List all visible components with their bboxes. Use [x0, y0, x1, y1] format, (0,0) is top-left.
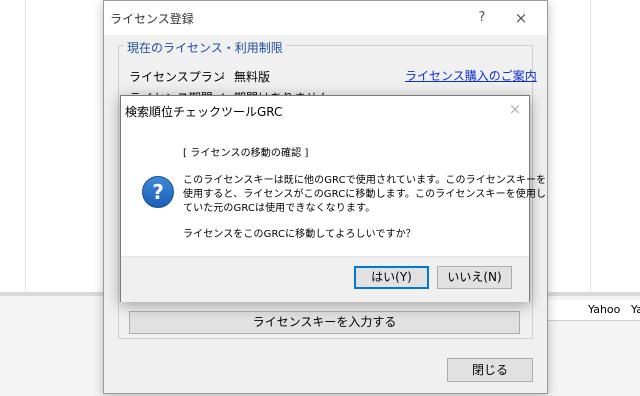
license-titlebar: ライセンス登録 ? × — [104, 1, 547, 35]
plan-label: ライセンスプラン — [129, 70, 225, 84]
enter-license-key-button[interactable]: ライセンスキーを入力する — [129, 311, 520, 334]
license-status-group-title: 現在のライセンス・利用制限 — [124, 39, 286, 56]
message-line: 使用すると、ライセンスがこのGRCに移動します。このライセンスキーを使用し — [183, 189, 547, 200]
confirm-question: ライセンスをこのGRCに移動してよろしいですか？ — [183, 229, 416, 240]
close-icon[interactable]: × — [510, 7, 532, 29]
no-button[interactable]: いいえ(N) — [437, 266, 512, 289]
confirm-dialog-title: 検索順位チェックツールGRC — [125, 105, 283, 119]
close-icon[interactable]: × — [504, 98, 526, 120]
grid-line — [25, 0, 26, 292]
yes-button[interactable]: はい(Y) — [354, 266, 429, 289]
column-header-yahoo[interactable]: Yahoo — [588, 303, 620, 316]
confirm-dialog: 検索順位チェックツールGRC × ? [ ライセンスの移動の確認 ] このライセ… — [120, 95, 546, 302]
purchase-link[interactable]: ライセンス購入のご案内 — [405, 67, 537, 84]
confirm-body: ? [ ライセンスの移動の確認 ] このライセンスキーは既に他のGRCで使用され… — [121, 126, 546, 256]
plan-separator: : — [221, 68, 226, 82]
message-line: ていた元のGRCは使用できなくなります。 — [183, 203, 376, 214]
close-button[interactable]: 閉じる — [447, 358, 533, 382]
message-line: このライセンスキーは既に他のGRCで使用されています。このライセンスキーを — [183, 175, 547, 186]
grid-line — [590, 0, 591, 292]
confirm-heading: [ ライセンスの移動の確認 ] — [183, 148, 309, 159]
license-dialog-title: ライセンス登録 — [110, 12, 194, 26]
question-icon: ? — [142, 176, 174, 208]
column-header-ya[interactable]: Ya — [631, 303, 640, 316]
help-button[interactable]: ? — [471, 7, 493, 29]
plan-value: 無料版 — [234, 70, 271, 84]
